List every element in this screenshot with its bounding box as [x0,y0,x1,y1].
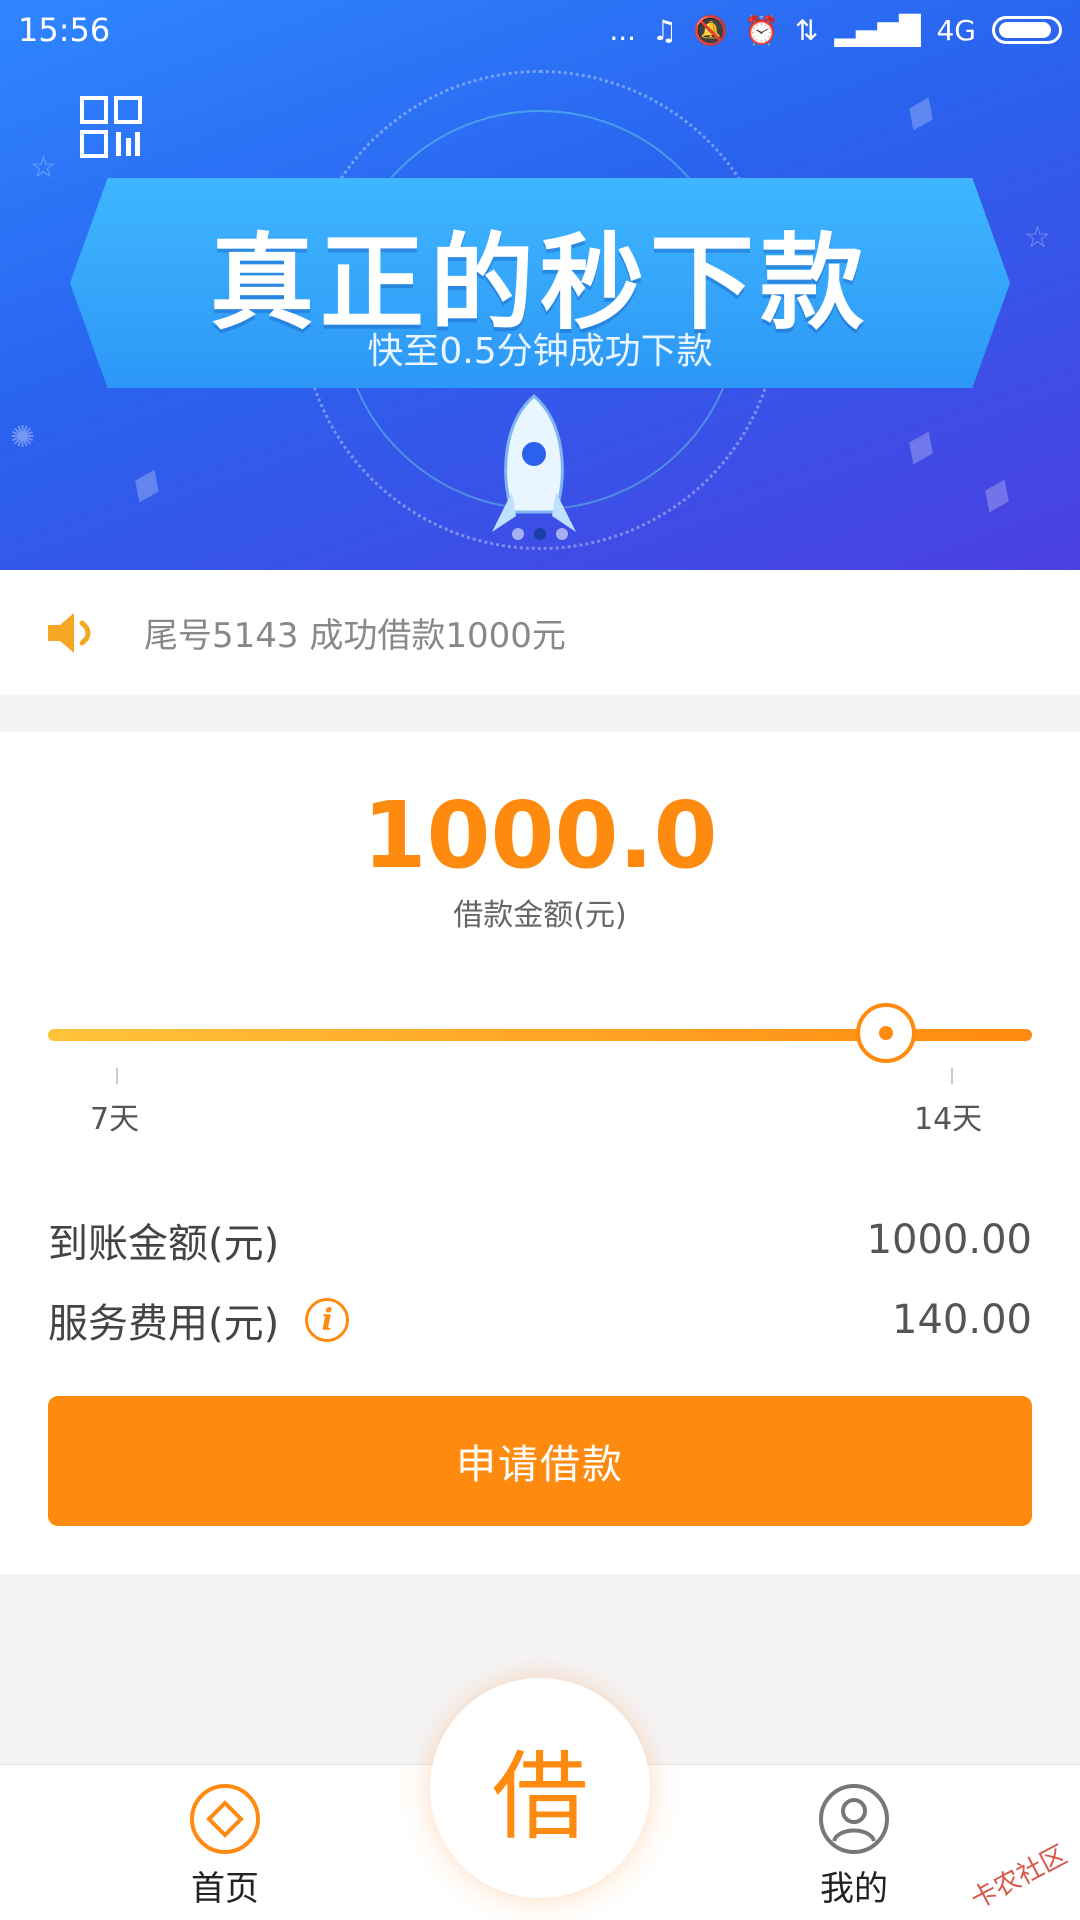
service-fee-value: 140.00 [892,1297,1032,1343]
user-profile-icon [819,1784,889,1854]
rocket-icon [492,394,576,532]
more-notifications-icon: ... [609,13,637,47]
service-fee-label-group: 服务费用(元) i [48,1291,350,1349]
carousel-dot[interactable] [512,528,524,540]
kite-decoration-icon [902,92,941,136]
star-decoration-icon: ☆ [30,150,57,185]
loan-card: 1000.0 借款金额(元) 7天 14天 到账金额(元) 1000.00 服务… [0,732,1080,1574]
headset-icon: ♫ [652,13,678,47]
qr-scan-icon[interactable] [80,96,142,158]
tick-mark-7 [116,1068,118,1084]
nav-mine[interactable]: 我的 [774,1783,934,1910]
tick-mark-14 [951,1068,953,1084]
loan-amount: 1000.0 [362,782,718,889]
received-amount-value: 1000.00 [866,1217,1032,1263]
battery-icon [992,16,1062,44]
loan-notice-bar: 尾号5143 成功借款1000元 [0,570,1080,695]
term-slider[interactable] [48,1003,1032,1063]
status-icons: ... ♫ 🔕 ⏰ ⇅ ▂▄▆█ 4G [609,14,1062,47]
nav-home-label: 首页 [191,1869,259,1909]
service-fee-label: 服务费用(元) [48,1301,280,1347]
network-type: 4G [936,13,976,47]
banner-subline: 快至0.5分钟成功下款 [367,331,713,372]
speaker-icon [48,612,91,653]
promo-banner[interactable]: ☆ ☆ ✺ 真正的秒下款 快至0.5分钟成功下款 [0,0,1080,570]
notice-text: 尾号5143 成功借款1000元 [144,616,566,656]
carousel-dot-active[interactable] [534,528,546,540]
service-fee-row: 服务费用(元) i 140.00 [48,1290,1032,1350]
kite-decoration-icon [978,474,1017,518]
signal-strength-icon: ▂▄▆█ [834,13,921,47]
status-bar: 15:56 ... ♫ 🔕 ⏰ ⇅ ▂▄▆█ 4G [0,0,1080,60]
carousel-indicator[interactable] [0,528,1080,540]
received-amount-row: 到账金额(元) 1000.00 [48,1210,1032,1270]
term-max-label: 14天 [914,1102,983,1137]
borrow-center-button[interactable]: 借 [430,1678,650,1898]
info-icon[interactable]: i [305,1298,350,1342]
alarm-icon: ⏰ [744,13,779,47]
apply-loan-button[interactable]: 申请借款 [48,1396,1032,1526]
home-diamond-icon [190,1784,260,1854]
kite-decoration-icon [902,426,941,470]
silent-mode-icon: 🔕 [693,13,728,47]
data-transfer-icon: ⇅ [794,13,819,47]
carousel-dot[interactable] [556,528,568,540]
sun-decoration-icon: ✺ [10,420,36,455]
loan-amount-label: 借款金额(元) [453,898,627,933]
status-time: 15:56 [18,11,111,49]
received-amount-label: 到账金额(元) [48,1221,280,1267]
slider-thumb[interactable] [856,1003,916,1063]
term-min-label: 7天 [90,1102,140,1137]
kite-decoration-icon [128,464,167,508]
nav-mine-label: 我的 [820,1869,888,1909]
nav-home[interactable]: 首页 [145,1783,305,1910]
